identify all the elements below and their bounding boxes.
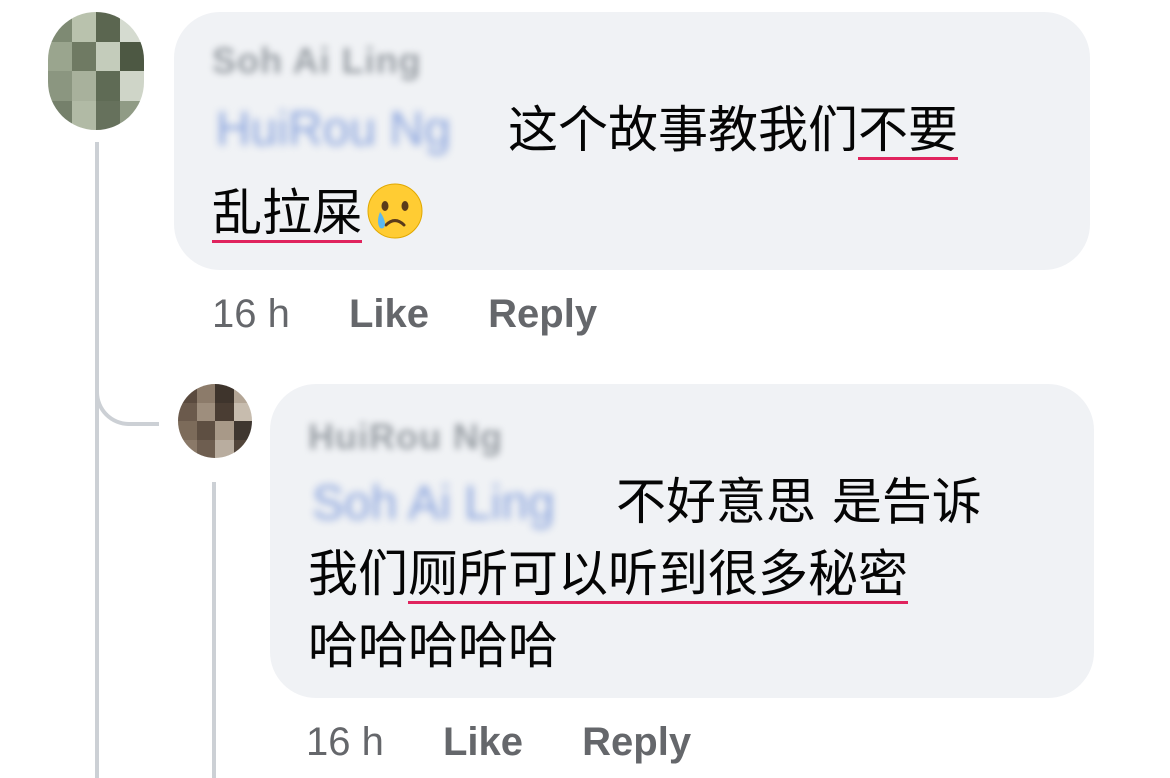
comment-time-1[interactable]: 16 h <box>212 292 290 336</box>
avatar-pixel <box>196 384 215 403</box>
avatar-pixel <box>48 71 72 101</box>
avatar-pixel <box>96 100 120 130</box>
avatar-pixel <box>96 71 120 101</box>
comment-text-4b: 厕所可以听到很多秘密 <box>408 545 908 603</box>
comment-actions-1: 16 h Like Reply <box>212 292 597 337</box>
comment-mention-2[interactable]: Soh Ai Ling <box>312 476 555 531</box>
comment-time-2[interactable]: 16 h <box>306 720 384 764</box>
avatar-pixel <box>120 100 144 130</box>
avatar-pixel <box>233 384 252 403</box>
reply-button-2[interactable]: Reply <box>582 720 691 764</box>
avatar-pixel <box>48 41 72 71</box>
avatar-pixel <box>215 439 234 458</box>
thread-line-reply <box>212 482 216 778</box>
comment-text-line-5: 哈哈哈哈哈 <box>308 616 558 676</box>
avatar-pixel <box>233 421 252 440</box>
avatar-pixel <box>196 402 215 421</box>
avatar-pixel <box>72 71 96 101</box>
avatar-pixel <box>215 402 234 421</box>
avatar-comment-2[interactable] <box>178 384 252 458</box>
avatar-pixel <box>215 384 234 403</box>
comment-text-1b: 不要 <box>858 101 958 159</box>
comment-bubble-1: Soh Ai Ling HuiRou Ng 这个故事教我们不要 乱拉屎 <box>174 12 1090 270</box>
avatar-comment-1[interactable] <box>48 12 144 130</box>
avatar-pixel <box>96 41 120 71</box>
comment-text-line-3: 不好意思 是告诉 <box>616 472 982 532</box>
comment-author-1[interactable]: Soh Ai Ling <box>212 40 422 82</box>
avatar-pixel <box>72 100 96 130</box>
comment-text-5: 哈哈哈哈哈 <box>308 617 558 675</box>
avatar-pixel <box>178 384 197 403</box>
thread-line-main <box>95 142 99 778</box>
comment-author-2[interactable]: HuiRou Ng <box>308 416 503 458</box>
comment-text-2a: 乱拉屎 <box>212 184 362 242</box>
comment-actions-2: 16 h Like Reply <box>306 720 691 765</box>
thread-connector-curve <box>95 330 159 426</box>
avatar-pixel <box>196 421 215 440</box>
reply-button-1[interactable]: Reply <box>488 292 597 336</box>
comment-text-4a: 我们 <box>308 545 408 603</box>
comment-mention-1[interactable]: HuiRou Ng <box>216 102 451 157</box>
avatar-pixel <box>120 12 144 42</box>
avatar-pixel <box>178 439 197 458</box>
avatar-pixel <box>72 12 96 42</box>
avatar-pixel <box>178 421 197 440</box>
avatar-pixel <box>120 71 144 101</box>
avatar-pixel <box>196 439 215 458</box>
comment-text-line-1: 这个故事教我们不要 <box>508 100 958 160</box>
comment-text-1a: 这个故事教我们 <box>508 101 858 159</box>
avatar-pixel <box>48 12 72 42</box>
avatar-pixel <box>48 100 72 130</box>
avatar-pixel <box>233 439 252 458</box>
comment-text-3: 不好意思 是告诉 <box>616 473 982 531</box>
like-button-1[interactable]: Like <box>349 292 429 336</box>
avatar-pixel <box>178 402 197 421</box>
like-button-2[interactable]: Like <box>443 720 523 764</box>
comment-bubble-2: HuiRou Ng Soh Ai Ling 不好意思 是告诉 我们厕所可以听到很… <box>270 384 1094 698</box>
avatar-pixel <box>96 12 120 42</box>
comment-text-line-4: 我们厕所可以听到很多秘密 <box>308 544 908 604</box>
comment-text-line-2: 乱拉屎 <box>212 182 424 243</box>
crying-face-icon <box>366 182 424 240</box>
avatar-pixel <box>233 402 252 421</box>
avatar-pixel <box>120 41 144 71</box>
avatar-pixel <box>215 421 234 440</box>
avatar-pixel <box>72 41 96 71</box>
